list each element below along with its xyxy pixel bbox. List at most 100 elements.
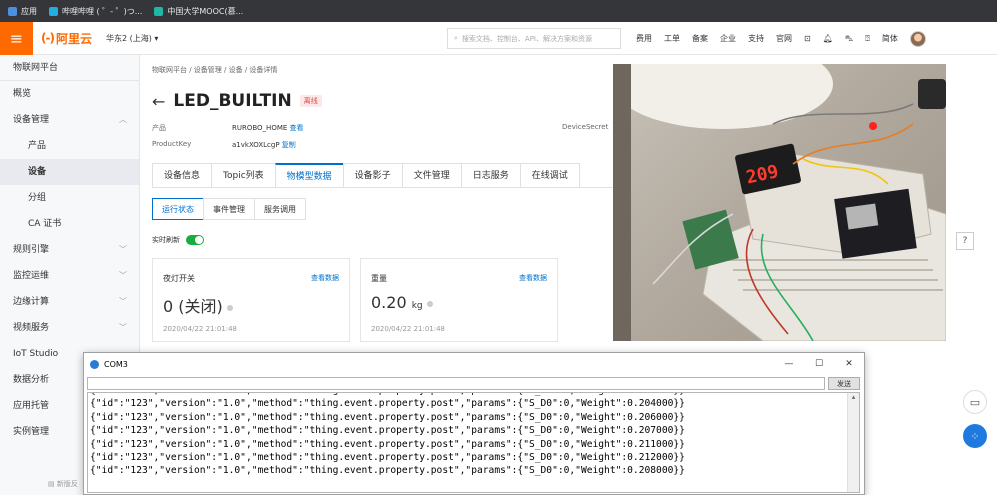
bookmark-apps[interactable]: 应用 bbox=[8, 6, 37, 17]
serial-line: {"id":"123","version":"1.0","method":"th… bbox=[90, 438, 685, 450]
sidebar-title: 物联网平台 bbox=[0, 55, 139, 81]
serial-line: {"id":"123","version":"1.0","method":"th… bbox=[90, 465, 685, 477]
tab-3[interactable]: 设备影子 bbox=[342, 163, 403, 187]
chevron-down-icon: ﹀ bbox=[119, 323, 127, 332]
apps-grid-icon bbox=[8, 6, 17, 16]
serial-monitor-window: COM3 — ☐ ✕ 发送 {"id":"123","version":"1.0… bbox=[83, 352, 865, 495]
chevron-down-icon: ﹀ bbox=[119, 245, 127, 254]
chevron-down-icon: ﹀ bbox=[119, 297, 127, 306]
productkey-copy-link[interactable]: 复制 bbox=[282, 141, 296, 149]
subtab-2[interactable]: 服务调用 bbox=[254, 198, 306, 220]
bookmark-bilibili[interactable]: 哔哩哔哩 ( ゜- ゜)つ... bbox=[49, 6, 142, 17]
info-icon[interactable] bbox=[226, 304, 233, 311]
aliyun-logo[interactable]: (-) 阿里云 bbox=[41, 30, 92, 47]
subtab-0[interactable]: 运行状态 bbox=[152, 198, 204, 220]
product-value: RUROBO_HOME 查看 bbox=[232, 124, 304, 132]
subtab-1[interactable]: 事件管理 bbox=[203, 198, 255, 220]
serial-send-input[interactable] bbox=[87, 377, 825, 390]
property-value: 0.20 kg bbox=[371, 293, 433, 312]
tab-6[interactable]: 在线调试 bbox=[519, 163, 580, 187]
console-topbar: ≡ (-) 阿里云 华东2 (上海) ▾ ⌕ 搜索文档、控制台、API、解决方案… bbox=[0, 21, 997, 55]
bookmark-mooc[interactable]: 中国大学MOOC(慕... bbox=[154, 6, 243, 17]
cart-icon[interactable]: ⛍ bbox=[845, 34, 853, 44]
scrollbar[interactable]: ▴ bbox=[847, 393, 859, 492]
help-icon[interactable]: ⍰ bbox=[865, 34, 870, 44]
back-arrow-icon[interactable]: ← bbox=[152, 92, 165, 111]
chat-icon[interactable]: ▭ bbox=[963, 390, 987, 414]
serial-line: {"id":"123","version":"1.0","method":"th… bbox=[90, 411, 685, 423]
sidebar-item-6[interactable]: 规则引擎 ﹀ bbox=[0, 237, 139, 263]
search-input[interactable]: ⌕ 搜索文档、控制台、API、解决方案和资源 bbox=[447, 28, 621, 49]
bell-icon[interactable]: 🔔︎ bbox=[823, 34, 833, 43]
realtime-toggle[interactable] bbox=[186, 235, 204, 245]
terminal-icon[interactable]: ⊡ bbox=[804, 34, 811, 43]
sidebar-item-2[interactable]: 产品 bbox=[0, 133, 139, 159]
sidebar-item-3[interactable]: 设备 bbox=[0, 159, 139, 185]
property-value: 0 (关闭) bbox=[163, 293, 233, 317]
chevron-down-icon: ﹀ bbox=[119, 271, 127, 280]
nav-fee[interactable]: 费用 bbox=[636, 33, 652, 44]
tab-0[interactable]: 设备信息 bbox=[152, 163, 213, 187]
sidebar-item-0[interactable]: 概览 bbox=[0, 81, 139, 107]
nav-ticket[interactable]: 工单 bbox=[664, 33, 680, 44]
property-card-light: 夜灯开关 查看数据 0 (关闭) 2020/04/22 21:01:48 bbox=[152, 258, 350, 342]
nav-enterprise[interactable]: 企业 bbox=[720, 33, 736, 44]
nav-support[interactable]: 支持 bbox=[748, 33, 764, 44]
view-data-link[interactable]: 查看数据 bbox=[311, 273, 339, 283]
page-title: LED_BUILTIN bbox=[173, 91, 292, 111]
apps-icon[interactable]: ⁘ bbox=[963, 424, 987, 448]
productkey-label: ProductKey bbox=[152, 140, 192, 148]
sidebar-item-5[interactable]: CA 证书 bbox=[0, 211, 139, 237]
status-badge: 离线 bbox=[299, 95, 322, 107]
tab-1[interactable]: Topic列表 bbox=[211, 163, 276, 187]
page-title-row: ← LED_BUILTIN 离线 bbox=[152, 91, 322, 111]
devicesecret-label: DeviceSecret bbox=[562, 123, 609, 131]
info-icon[interactable] bbox=[426, 300, 433, 307]
hardware-photo: 209 bbox=[613, 64, 946, 341]
sidebar-item-9[interactable]: 视频服务 ﹀ bbox=[0, 315, 139, 341]
product-label: 产品 bbox=[152, 124, 166, 132]
top-nav: 费用 工单 备案 企业 支持 官网 ⊡ 🔔︎ ⛍ ⍰ 简体 bbox=[636, 22, 926, 55]
region-selector[interactable]: 华东2 (上海) ▾ bbox=[106, 33, 158, 44]
view-data-link[interactable]: 查看数据 bbox=[519, 273, 547, 283]
sidebar-item-8[interactable]: 边缘计算 ﹀ bbox=[0, 289, 139, 315]
tab-4[interactable]: 文件管理 bbox=[401, 163, 462, 187]
avatar[interactable] bbox=[909, 30, 926, 47]
bookmarks-bar: 应用 哔哩哔哩 ( ゜- ゜)つ... 中国大学MOOC(慕... bbox=[0, 0, 997, 22]
help-question-icon[interactable]: ? bbox=[956, 232, 974, 250]
product-view-link[interactable]: 查看 bbox=[290, 124, 304, 132]
scroll-up-icon[interactable]: ▴ bbox=[852, 393, 856, 401]
nav-icp[interactable]: 备案 bbox=[692, 33, 708, 44]
serial-line: {"id":"123","version":"1.0","method":"th… bbox=[90, 398, 685, 410]
serial-line: {"id":"123","version":"1.0","method":"th… bbox=[90, 425, 685, 437]
bilibili-icon bbox=[49, 6, 58, 16]
realtime-refresh: 实时刷新 bbox=[152, 235, 204, 245]
chevron-up-icon: ︿ bbox=[119, 115, 127, 124]
property-card-weight: 重量 查看数据 0.20 kg 2020/04/22 21:01:48 bbox=[360, 258, 558, 342]
minimize-icon[interactable]: — bbox=[774, 353, 804, 375]
tab-2[interactable]: 物模型数据 bbox=[274, 163, 344, 187]
tab-5[interactable]: 日志服务 bbox=[460, 163, 521, 187]
close-icon[interactable]: ✕ bbox=[834, 353, 864, 375]
nav-official[interactable]: 官网 bbox=[776, 33, 792, 44]
breadboard-illustration: 209 bbox=[613, 64, 946, 341]
feedback-icon: ▤ bbox=[48, 480, 55, 488]
breadcrumb: 物联网平台 / 设备管理 / 设备 / 设备详情 bbox=[152, 66, 278, 74]
sidebar-item-4[interactable]: 分组 bbox=[0, 185, 139, 211]
maximize-icon[interactable]: ☐ bbox=[804, 353, 834, 375]
send-button[interactable]: 发送 bbox=[828, 377, 860, 390]
window-titlebar[interactable]: COM3 — ☐ ✕ bbox=[84, 353, 864, 375]
detail-tabs: 设备信息 Topic列表 物模型数据 设备影子 文件管理 日志服务 在线调试 bbox=[152, 163, 612, 188]
search-icon: ⌕ bbox=[454, 34, 458, 42]
tsl-subtabs: 运行状态 事件管理 服务调用 bbox=[152, 198, 306, 220]
arduino-icon bbox=[90, 359, 99, 369]
language-switch[interactable]: 简体 bbox=[882, 33, 898, 44]
sidebar-item-1[interactable]: 设备管理 ︿ bbox=[0, 107, 139, 133]
sidebar-item-7[interactable]: 监控运维 ﹀ bbox=[0, 263, 139, 289]
serial-line: {"id":"123","version":"1.0","method":"th… bbox=[90, 452, 685, 464]
productkey-value: a1vkXOXLcgP 复制 bbox=[232, 141, 296, 149]
serial-output[interactable]: {"id":"123","version":"1.0","method":"th… bbox=[87, 392, 860, 493]
menu-icon[interactable]: ≡ bbox=[0, 21, 33, 55]
feedback-link[interactable]: ▤ 新版反 bbox=[48, 479, 78, 489]
mooc-icon bbox=[154, 6, 164, 16]
